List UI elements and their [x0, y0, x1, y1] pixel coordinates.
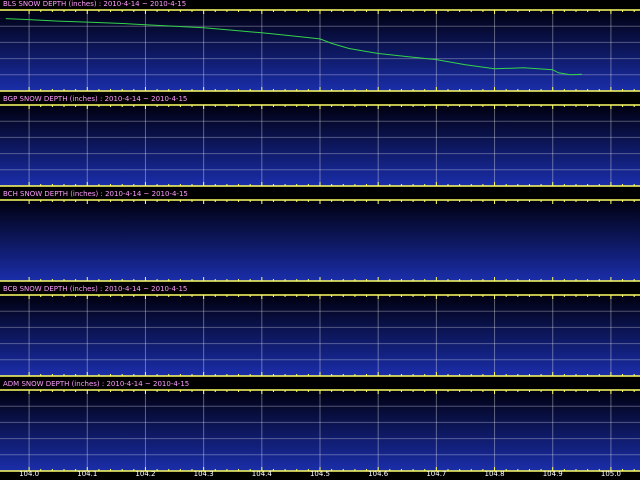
panel-title: ADM SNOW DEPTH (inches) : 2010-4-14 ~ 20… — [3, 380, 189, 388]
x-tick-label: 104.5 — [310, 470, 330, 478]
x-tick-label: 104.1 — [77, 470, 97, 478]
panel-title: BCH SNOW DEPTH (inches) : 2010-4-14 ~ 20… — [3, 190, 188, 198]
chart-panel-4: BCB SNOW DEPTH (inches) : 2010-4-14 ~ 20… — [0, 285, 640, 377]
x-tick-label: 104.3 — [194, 470, 214, 478]
chart-panel-3: BCH SNOW DEPTH (inches) : 2010-4-14 ~ 20… — [0, 190, 640, 282]
x-tick-label: 104.8 — [485, 470, 505, 478]
panel-title: BCB SNOW DEPTH (inches) : 2010-4-14 ~ 20… — [3, 285, 187, 293]
x-tick-label: 104.4 — [252, 470, 273, 478]
x-tick-label: 104.6 — [368, 470, 389, 478]
chart-panel-5: ADM SNOW DEPTH (inches) : 2010-4-14 ~ 20… — [0, 380, 640, 472]
chart-panel-2: BGP SNOW DEPTH (inches) : 2010-4-14 ~ 20… — [0, 95, 640, 187]
panel-title: BGP SNOW DEPTH (inches) : 2010-4-14 ~ 20… — [3, 95, 187, 103]
x-tick-label: 104.7 — [426, 470, 446, 478]
x-tick-label: 105.0 — [601, 470, 621, 478]
panel-title: BLS SNOW DEPTH (inches) : 2010-4-14 ~ 20… — [3, 0, 186, 8]
x-tick-label: 104.9 — [543, 470, 563, 478]
panel-background — [0, 200, 640, 281]
chart-panel-1: BLS SNOW DEPTH (inches) : 2010-4-14 ~ 20… — [0, 0, 640, 92]
x-tick-label: 104.2 — [135, 470, 155, 478]
snow-depth-chart: BLS SNOW DEPTH (inches) : 2010-4-14 ~ 20… — [0, 0, 640, 478]
x-tick-label: 104.0 — [19, 470, 39, 478]
